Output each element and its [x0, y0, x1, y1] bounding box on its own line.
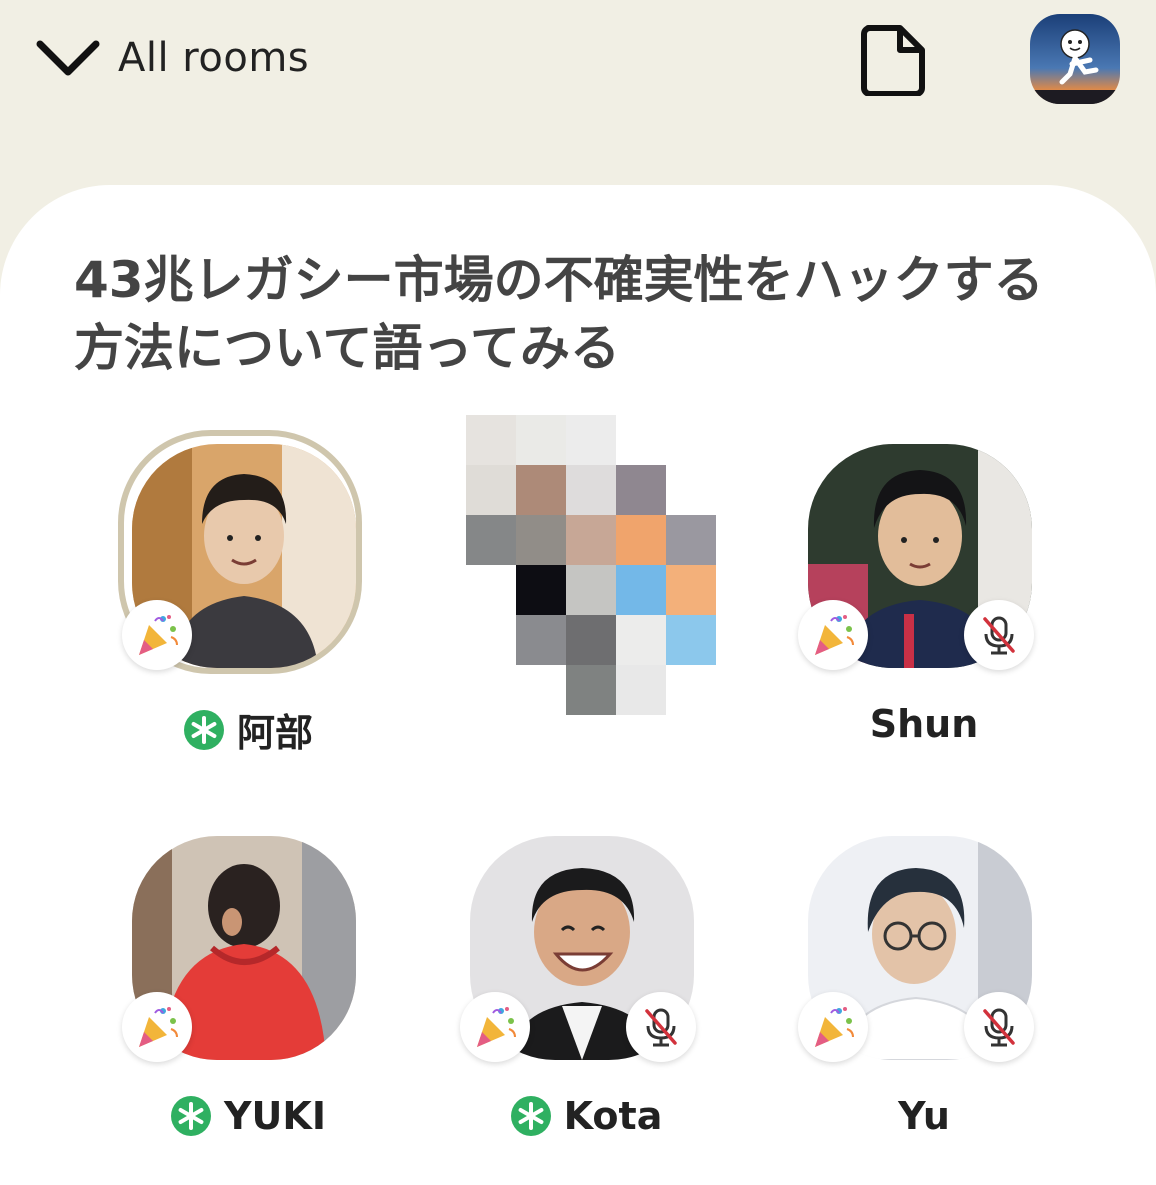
chevron-down-icon — [36, 40, 100, 76]
moderator-icon — [171, 1096, 212, 1136]
speaker-avatar[interactable] — [794, 430, 1054, 690]
room-title: 43兆レガシー市場の不確実性をハックする方法について語ってみる — [74, 251, 1044, 377]
speaker-name: Yu — [898, 1094, 950, 1138]
party-popper-icon — [460, 992, 530, 1062]
speaker-name-row: YUKI — [118, 1094, 378, 1138]
party-popper-icon — [122, 992, 192, 1062]
mic-muted-icon — [964, 992, 1034, 1062]
all-rooms-button[interactable]: All rooms — [34, 30, 309, 86]
speaker-avatar[interactable] — [118, 822, 378, 1082]
moderator-icon — [510, 1096, 551, 1136]
speaker-name: YUKI — [224, 1094, 326, 1138]
party-popper-icon — [122, 600, 192, 670]
speaker-name-row: 阿部 — [118, 702, 378, 757]
speaker-name-row: Shun — [794, 702, 1054, 746]
party-popper-icon — [798, 992, 868, 1062]
speaker-avatar[interactable] — [456, 822, 716, 1082]
speaker-name: 阿部 — [236, 711, 313, 755]
all-rooms-label: All rooms — [118, 35, 310, 81]
speaker-name: Shun — [869, 702, 979, 746]
top-bar: All rooms — [0, 0, 1156, 185]
profile-avatar[interactable] — [1030, 14, 1120, 104]
speaker-name-row: Kota — [456, 1094, 716, 1138]
party-popper-icon — [798, 600, 868, 670]
mic-muted-icon — [964, 600, 1034, 670]
document-icon[interactable] — [860, 24, 926, 96]
pixelated-avatar[interactable] — [466, 415, 718, 715]
moderator-icon — [183, 709, 224, 750]
mic-muted-icon — [626, 992, 696, 1062]
speaker-avatar[interactable] — [118, 430, 378, 690]
speaker-avatar[interactable] — [794, 822, 1054, 1082]
speaker-name-row: Yu — [794, 1094, 1054, 1138]
speaker-name: Kota — [563, 1094, 663, 1138]
